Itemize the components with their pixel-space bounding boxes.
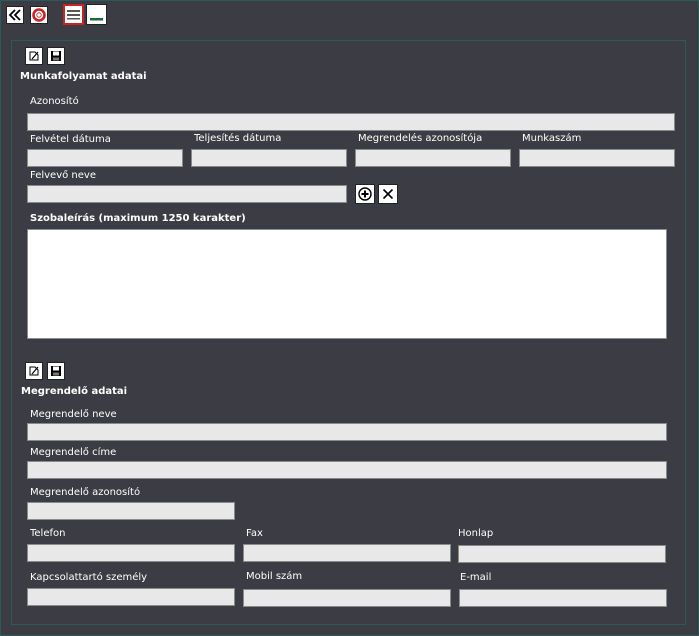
save-customer-button[interactable] [47, 362, 65, 380]
felvetel-datuma-input[interactable] [27, 149, 183, 167]
mobil-szam-input[interactable] [243, 589, 451, 607]
edit-customer-button[interactable] [25, 362, 43, 380]
szobaleiras-label: Szobaleírás (maximum 1250 karakter) [30, 213, 246, 224]
honlap-input[interactable] [458, 545, 666, 563]
honlap-label: Honlap [458, 528, 494, 539]
plus-circle-icon [358, 187, 372, 201]
menu-icon [67, 9, 80, 20]
megrendeles-azonositoja-input[interactable] [355, 149, 511, 167]
fax-label: Fax [246, 528, 263, 539]
azonosito-label: Azonosító [30, 96, 79, 107]
lifebuoy-icon [32, 8, 46, 22]
felvevo-neve-label: Felvevő neve [30, 170, 96, 181]
telefon-input[interactable] [27, 544, 235, 562]
megrendelo-cime-label: Megrendelő címe [30, 447, 117, 458]
megrendelo-azonosito-input[interactable] [27, 502, 235, 520]
megrendelo-cime-input[interactable] [27, 461, 667, 479]
megrendelo-azonosito-label: Megrendelő azonosító [30, 487, 141, 498]
felvevo-neve-input[interactable] [27, 185, 347, 203]
kapcsolattarto-label: Kapcsolattartó személy [30, 572, 148, 583]
x-icon [382, 188, 394, 200]
customer-section-title: Megrendelő adatai [21, 386, 128, 397]
email-label: E-mail [460, 572, 492, 583]
megrendelo-neve-label: Megrendelő neve [30, 409, 117, 420]
mobil-szam-label: Mobil szám [246, 571, 303, 582]
megrendeles-azonositoja-label: Megrendelés azonosítója [358, 133, 483, 144]
minimize-button[interactable] [86, 4, 107, 25]
munkaszam-label: Munkaszám [522, 133, 582, 144]
szobaleiras-textarea[interactable] [27, 229, 667, 339]
minimize-icon [90, 8, 103, 21]
fax-input[interactable] [243, 544, 451, 562]
edit-icon [28, 365, 40, 377]
remove-recorder-button[interactable] [378, 184, 398, 204]
edit-icon [28, 50, 40, 62]
double-chevron-left-icon [8, 9, 22, 21]
azonosito-input[interactable] [27, 113, 675, 131]
save-workflow-button[interactable] [47, 47, 65, 65]
add-recorder-button[interactable] [355, 184, 375, 204]
back-button[interactable] [6, 6, 24, 24]
help-button[interactable] [30, 6, 48, 24]
teljesites-datuma-label: Teljesítés dátuma [194, 133, 282, 144]
telefon-label: Telefon [30, 528, 66, 539]
munkaszam-input[interactable] [519, 149, 675, 167]
kapcsolattarto-input[interactable] [27, 588, 235, 606]
floppy-disk-icon [50, 365, 62, 377]
floppy-disk-icon [50, 50, 62, 62]
workflow-section-title: Munkafolyamat adatai [20, 71, 147, 82]
felvetel-datuma-label: Felvétel dátuma [30, 134, 111, 145]
email-input[interactable] [459, 589, 667, 607]
edit-workflow-button[interactable] [25, 47, 43, 65]
maximize-button[interactable] [63, 4, 84, 25]
teljesites-datuma-input[interactable] [191, 149, 347, 167]
megrendelo-neve-input[interactable] [27, 423, 667, 441]
